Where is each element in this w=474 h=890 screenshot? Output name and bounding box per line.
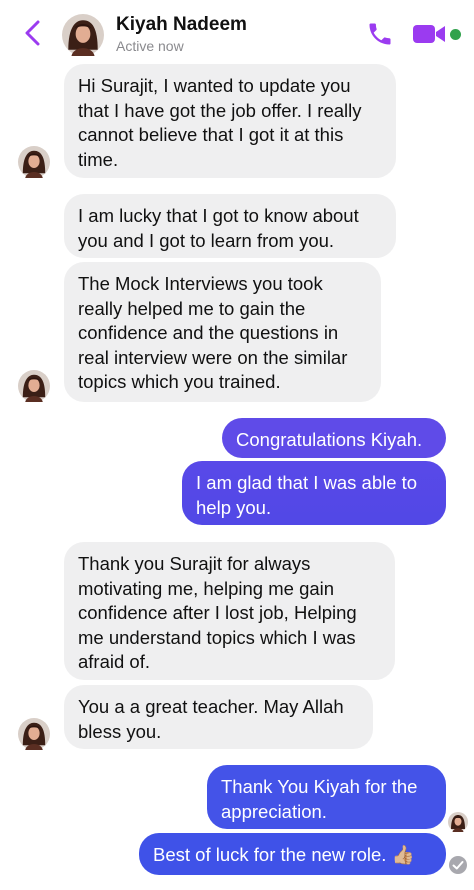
message-bubble-outgoing[interactable]: Congratulations Kiyah. <box>222 418 446 458</box>
video-camera-icon[interactable] <box>412 22 446 46</box>
message-bubble-incoming[interactable]: Hi Surajit, I wanted to update you that … <box>64 64 396 178</box>
message-bubble-outgoing[interactable]: Thank You Kiyah for the appreciation. <box>207 765 446 829</box>
message-bubble-outgoing[interactable]: Best of luck for the new role. 👍🏼 <box>139 833 446 875</box>
contact-avatar-small[interactable] <box>18 370 50 402</box>
contact-avatar-small[interactable] <box>18 146 50 178</box>
sent-check-icon <box>449 856 467 874</box>
contact-avatar[interactable] <box>62 14 104 56</box>
online-status-dot <box>450 29 461 40</box>
message-bubble-incoming[interactable]: Thank you Surajit for always motivating … <box>64 542 395 680</box>
message-bubble-outgoing[interactable]: I am glad that I was able to help you. <box>182 461 446 525</box>
seen-avatar <box>448 812 468 832</box>
contact-name[interactable]: Kiyah Nadeem <box>116 14 247 36</box>
message-bubble-incoming[interactable]: You a a great teacher. May Allah bless y… <box>64 685 373 749</box>
active-status: Active now <box>116 38 184 54</box>
phone-icon[interactable] <box>366 20 394 48</box>
chat-header: Kiyah Nadeem Active now <box>0 0 474 62</box>
message-bubble-incoming[interactable]: I am lucky that I got to know about you … <box>64 194 396 258</box>
contact-avatar-small[interactable] <box>18 718 50 750</box>
chevron-left-icon[interactable] <box>22 20 44 46</box>
message-bubble-incoming[interactable]: The Mock Interviews you took really help… <box>64 262 381 402</box>
